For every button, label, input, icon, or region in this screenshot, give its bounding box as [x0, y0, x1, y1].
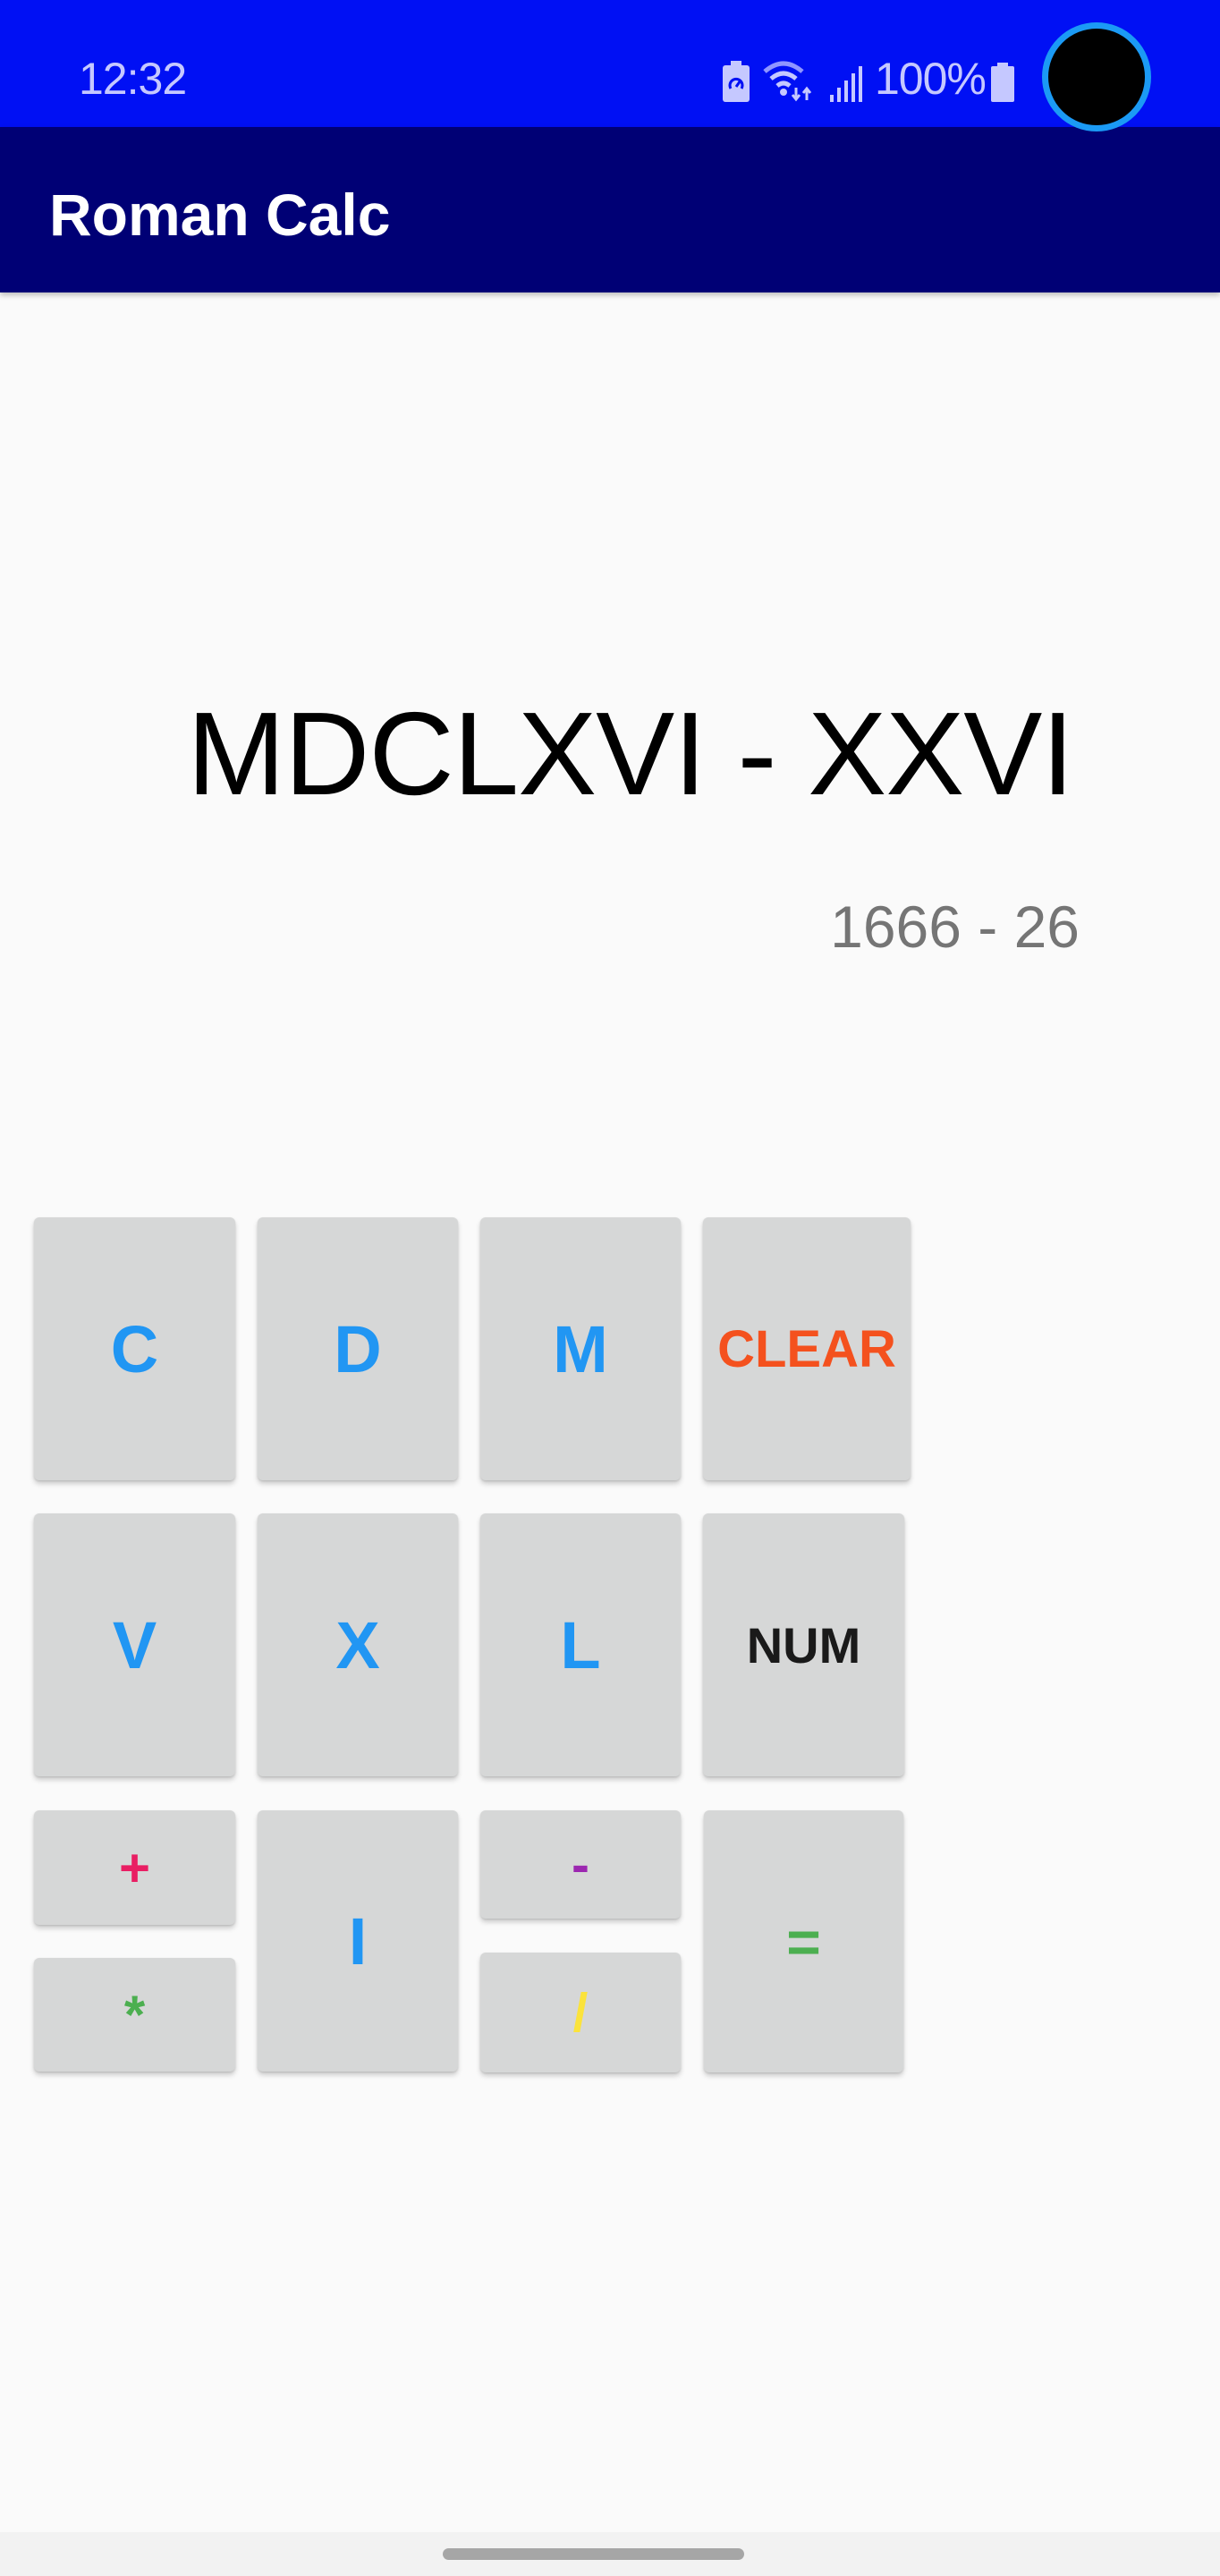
battery-icon: [990, 63, 1014, 102]
equals-label: =: [786, 1908, 821, 1975]
key-m-label: M: [553, 1311, 608, 1386]
num-toggle-label: NUM: [746, 1616, 861, 1674]
key-i-label: I: [348, 1903, 368, 1979]
key-x-label: X: [335, 1607, 380, 1682]
status-time: 12:32: [79, 54, 187, 104]
key-x[interactable]: X: [258, 1513, 458, 1776]
key-l-label: L: [560, 1607, 601, 1682]
num-toggle-button[interactable]: NUM: [703, 1513, 904, 1776]
key-c[interactable]: C: [34, 1217, 235, 1480]
clear-button[interactable]: CLEAR: [703, 1217, 911, 1480]
clear-button-label: CLEAR: [717, 1319, 896, 1378]
battery-percent: 100%: [875, 54, 987, 104]
plus-label: +: [118, 1837, 151, 1898]
minus-label: -: [572, 1835, 589, 1894]
multiply-button[interactable]: *: [34, 1958, 235, 2072]
navigation-bar: [0, 2532, 1220, 2576]
status-bar: 12:32 100%: [0, 0, 1220, 127]
key-c-label: C: [110, 1311, 159, 1386]
battery-saver-icon: [723, 61, 750, 102]
signal-icon: [830, 66, 862, 102]
equals-button[interactable]: =: [704, 1810, 903, 2072]
app-title: Roman Calc: [49, 182, 391, 248]
key-d[interactable]: D: [258, 1217, 458, 1480]
screen: 12:32 100% Roman Calc MDCLXVI - XXVI 166…: [0, 0, 1220, 2576]
plus-button[interactable]: +: [34, 1810, 235, 1925]
minus-button[interactable]: -: [480, 1810, 681, 1919]
key-d-label: D: [334, 1311, 382, 1386]
wifi-icon: [762, 59, 818, 102]
roman-expression-display: MDCLXVI - XXVI: [187, 688, 1074, 819]
camera-cutout: [1042, 22, 1151, 131]
divide-button[interactable]: /: [480, 1953, 681, 2072]
key-v[interactable]: V: [34, 1513, 235, 1776]
status-icons: 100%: [723, 55, 1014, 102]
key-i[interactable]: I: [258, 1810, 458, 2072]
app-bar: Roman Calc: [0, 127, 1220, 292]
key-v-label: V: [112, 1607, 157, 1682]
divide-label: /: [572, 1982, 589, 2043]
key-m[interactable]: M: [480, 1217, 681, 1480]
decimal-expression-display: 1666 - 26: [830, 894, 1080, 960]
multiply-label: *: [123, 1985, 146, 2045]
home-gesture-handle[interactable]: [443, 2548, 744, 2560]
key-l[interactable]: L: [480, 1513, 681, 1776]
